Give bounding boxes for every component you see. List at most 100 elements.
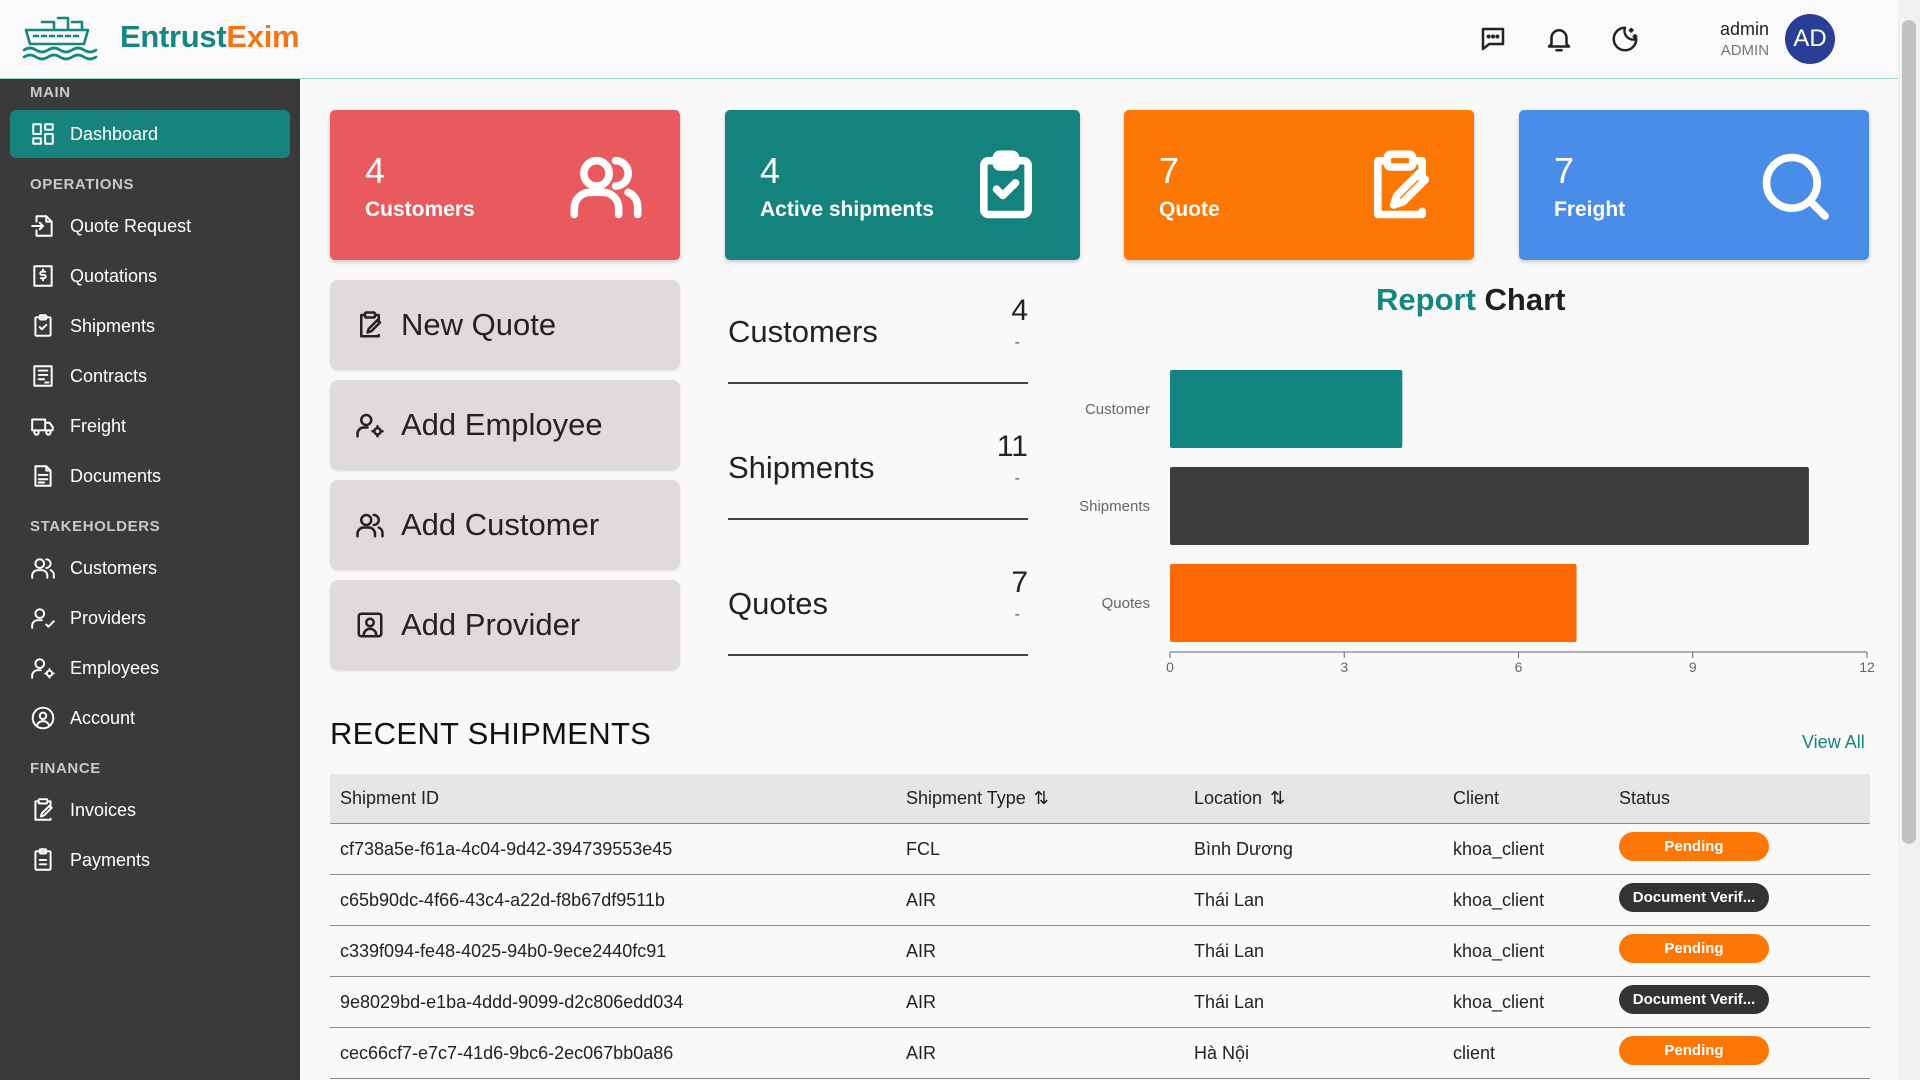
chart-x-tick-label: 6 [1515,659,1523,675]
chart-category-label: Customer [1085,401,1150,418]
summary-row-customers: Customers 4 - [728,284,1028,384]
invoice-dollar-icon [33,265,53,287]
table-row[interactable]: 9e8029bd-e1ba-4ddd-9099-d2c806edd034 AIR… [330,977,1870,1028]
sidebar-item-label: Documents [70,465,162,486]
sidebar-item-employees[interactable]: Employees [10,644,290,692]
sort-icon[interactable]: ⇅ [1034,788,1049,809]
sidebar-item-label: Customers [70,557,158,578]
sidebar-item-label: Quotations [70,265,158,286]
user-role: ADMIN [1720,42,1770,59]
truck-icon [31,418,54,436]
cell-shipment-type: AIR [906,1042,937,1063]
sidebar-item-documents[interactable]: Documents [10,452,290,500]
invoice-edit-icon [34,798,53,821]
chart-x-tick-label: 3 [1340,659,1348,675]
summary-sub: - [1014,606,1020,623]
button-label: Add Employee [401,407,603,442]
scrollbar-thumb[interactable] [1902,20,1916,844]
cell-location: Thái Lan [1194,991,1265,1012]
table-row[interactable]: c339f094-fe48-4025-94b0-9ece2440fc91 AIR… [330,926,1870,977]
chart-bar-customer [1170,370,1403,448]
cell-shipment-type: AIR [906,889,937,910]
cell-client: khoa_client [1453,889,1545,910]
col-header-location[interactable]: Location ⇅ [1194,788,1453,809]
cell-client: khoa_client [1453,991,1545,1012]
sidebar-item-invoices[interactable]: Invoices [10,786,290,834]
table-row[interactable]: cec66cf7-e7c7-41d6-9bc6-2ec067bb0a86 AIR… [330,1028,1870,1079]
summary-value: 11 [996,430,1028,463]
add-customer-button[interactable]: Add Customer [330,480,680,570]
logo[interactable]: EntrustExim [20,12,300,62]
sidebar-item-providers[interactable]: Providers [10,594,290,642]
bell-icon[interactable] [1542,22,1576,56]
cell-client: khoa_client [1453,838,1545,859]
user-circle-icon [31,706,55,730]
stat-label: Active shipments [760,198,934,221]
col-header-shipment-type[interactable]: Shipment Type ⇅ [906,788,1194,809]
col-header-shipment-id: Shipment ID [340,788,440,808]
dashboard-icon [32,123,54,145]
stat-label: Customers [365,198,475,221]
stat-label: Freight [1554,198,1626,221]
sort-icon[interactable]: ⇅ [1270,788,1285,809]
sidebar-item-label: Dashboard [70,123,159,144]
summary-sub: - [1014,334,1020,351]
sidebar-item-account[interactable]: Account [10,694,290,742]
message-icon[interactable] [1476,22,1510,56]
stat-card-customers[interactable]: 4 Customers [330,110,680,260]
stat-card-freight[interactable]: 7 Freight [1519,110,1869,260]
user-cog-icon [356,413,384,438]
chart-category-label: Shipments [1079,498,1150,515]
sidebar-item-quotations[interactable]: Quotations [10,252,290,300]
recent-shipments-title: RECENT SHIPMENTS [330,716,652,751]
sidebar-item-freight[interactable]: Freight [10,402,290,450]
shipments-table: Shipment ID Shipment Type ⇅ Location ⇅ Cli… [330,774,1870,1079]
view-all-link[interactable]: View All [1802,732,1865,753]
sidebar-item-payments[interactable]: Payments [10,836,290,884]
sidebar-item-shipments[interactable]: Shipments [10,302,290,350]
user-check-icon [31,608,55,629]
chart-category-label: Quotes [1102,595,1150,612]
user-menu[interactable]: admin ADMIN AD [1720,14,1836,64]
summary-value: 4 [1011,294,1028,327]
sidebar-item-label: Providers [70,607,147,628]
sidebar-item-label: Account [70,707,136,728]
stat-card-quote[interactable]: 7 Quote [1124,110,1474,260]
sidebar-item-label: Freight [70,415,127,436]
col-header-status: Status [1619,788,1671,808]
summary-label: Quotes [728,586,828,621]
top-header: EntrustExim admin ADMIN AD [0,0,1898,79]
summary-sub: - [1014,470,1020,487]
summary-label: Shipments [728,450,875,485]
cell-shipment-id: c339f094-fe48-4025-94b0-9ece2440fc91 [340,940,667,961]
table-row[interactable]: cf738a5e-f61a-4c04-9d42-394739553e45 FCL… [330,824,1870,875]
contract-icon [33,365,53,387]
add-employee-button[interactable]: Add Employee [330,380,680,470]
cell-shipment-id: 9e8029bd-e1ba-4ddd-9099-d2c806edd034 [340,991,684,1012]
document-icon [34,465,52,487]
button-label: New Quote [401,307,557,342]
sidebar-item-contracts[interactable]: Contracts [10,352,290,400]
summary-row-shipments: Shipments 11 - [728,420,1028,520]
report-chart: Customer Shipments Quotes 0 3 6 9 12 [1079,370,1875,675]
status-badge: Pending [1619,1036,1769,1065]
cell-shipment-type: AIR [906,991,937,1012]
sidebar-item-label: Employees [70,657,160,678]
theme-toggle-icon[interactable] [1608,22,1642,56]
cell-shipment-type: AIR [906,940,937,961]
sidebar-item-customers[interactable]: Customers [10,544,290,592]
add-provider-button[interactable]: Add Provider [330,580,680,670]
stat-value: 7 [1159,150,1180,191]
stat-card-active-shipments[interactable]: 4 Active shipments [725,110,1080,260]
table-row[interactable]: c65b90dc-4f66-43c4-a22d-f8b67df9511b AIR… [330,875,1870,926]
button-label: Add Customer [401,507,600,542]
cell-location: Bình Dương [1194,838,1293,859]
page-scrollbar[interactable] [1898,0,1920,1080]
new-quote-button[interactable]: New Quote [330,280,680,370]
sidebar-item-quote-request[interactable]: Quote Request [10,202,290,250]
sidebar-item-dashboard[interactable]: Dashboard [10,110,290,158]
cell-shipment-id: cec66cf7-e7c7-41d6-9bc6-2ec067bb0a86 [340,1042,674,1063]
chart-bar-shipments [1170,467,1809,545]
chart-x-tick-label: 9 [1689,659,1697,675]
avatar[interactable]: AD [1785,14,1836,64]
